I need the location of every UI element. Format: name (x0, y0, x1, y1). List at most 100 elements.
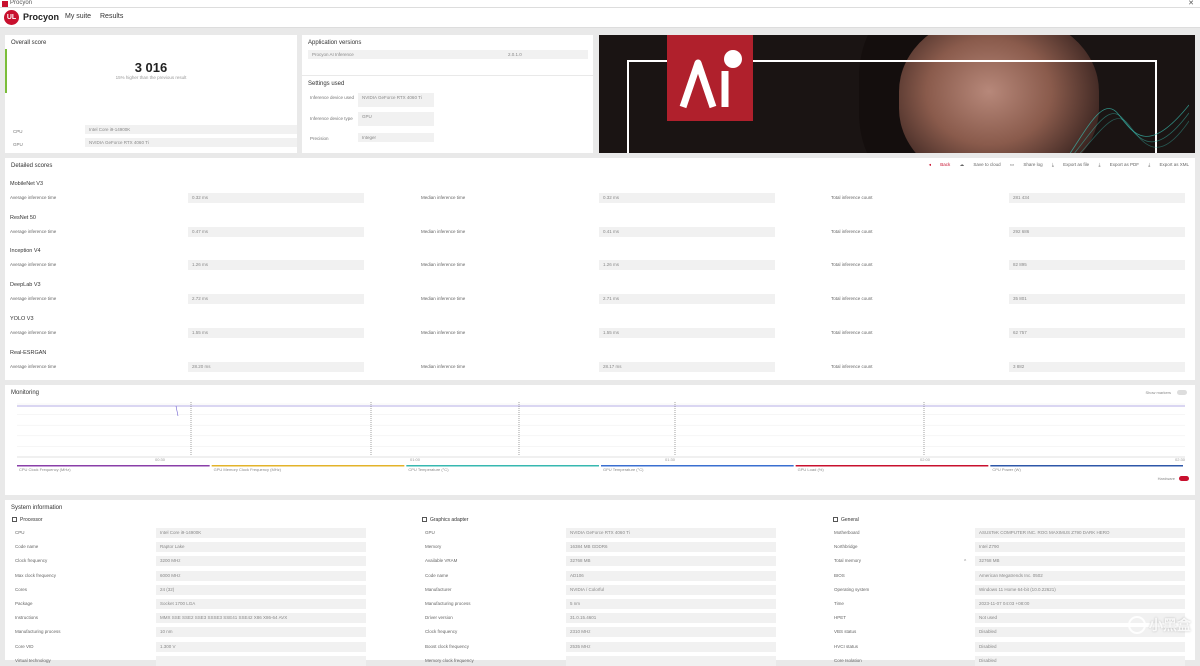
share-log-button[interactable]: ▭ Share log (1010, 162, 1043, 167)
graphics-row-label: Code name (425, 572, 449, 578)
avg-label: Average inference time (10, 195, 57, 200)
total-label: Total inference count (831, 329, 873, 335)
general-row-label: HPET (834, 615, 847, 621)
window-title: Procyon (10, 0, 33, 6)
hero-waves (1069, 104, 1189, 153)
processor-row-value: Socket 1700 LGA (156, 599, 366, 609)
ai-logo-icon (667, 35, 753, 121)
total-value: 3 882 (1009, 361, 1185, 372)
export-pdf-button[interactable]: ⤓ Export as PDF (1098, 162, 1139, 167)
legend-label: CPU Power (W) (992, 467, 1021, 472)
hardware-toggle-label: Hardware (1157, 476, 1175, 481)
avg-value: 1.55 ms (188, 327, 364, 338)
detailed-scores-card: Detailed scores ◂ Back ☁ Save to cloud ▭… (5, 158, 1195, 380)
graphics-row-value: 5 nm (566, 599, 776, 609)
processor-row-value (156, 655, 366, 666)
processor-row-label: Code name (15, 544, 39, 550)
general-row-label: Motherboard (834, 530, 860, 535)
median-label: Median inference time (421, 195, 466, 200)
legend-label: GPU Load (%) (798, 467, 825, 472)
results-toolbar: ◂ Back ☁ Save to cloud ▭ Share log ⤓ Exp… (921, 162, 1189, 168)
total-label: Total inference count (831, 296, 873, 302)
ul-logo: UL (4, 10, 19, 25)
avg-label: Average inference time (10, 296, 57, 302)
hardware-toggle[interactable] (1179, 476, 1189, 481)
median-value: 0.32 ms (599, 193, 775, 203)
general-row-value: 2023-11-07 04:03 +08:00 (975, 599, 1185, 609)
legend-label: CPU Clock Frequency (MHz) (19, 467, 71, 472)
median-label: Median inference time (421, 329, 466, 335)
device-type-value: GPU (358, 112, 434, 126)
export-file-button[interactable]: ⤓ Export as file (1052, 162, 1089, 167)
inference-device-value: NVIDIA GeForce RTX 4060 Ti (358, 93, 434, 107)
graphics-row-value: 31.0.15.4601 (566, 613, 776, 624)
x-tick-label: 01:30 (665, 457, 676, 462)
test-name: DeepLab V3 (10, 282, 41, 289)
overall-score-value: 3 016 (134, 60, 168, 75)
app-version-row: Procyon AI Inference 2.0.1.0 (308, 50, 588, 59)
test-name: MobileNet V3 (10, 181, 44, 187)
avg-value: 1.26 ms (188, 260, 364, 271)
app-version: 2.0.1.0 (508, 52, 522, 57)
avg-label: Average inference time (10, 262, 57, 268)
median-value: 1.26 ms (599, 260, 775, 271)
general-row-value: American Megatrends Inc. 0502 (975, 570, 1185, 581)
application-versions-card: Application versions Procyon AI Inferenc… (302, 35, 593, 75)
precision-value: Integer (358, 133, 434, 142)
avg-label: Average inference time (10, 329, 57, 335)
graphics-row-label: Available VRAM (425, 558, 458, 564)
legend-swatch (795, 465, 989, 467)
nav-my-suite[interactable]: My suite (65, 13, 91, 20)
graphics-row-label: GPU (425, 530, 435, 535)
processor-row-label: Package (15, 601, 33, 606)
overall-score-card: Overall score 3 016 15% higher than the … (5, 35, 297, 153)
system-information-card: System information Processor Graphics ad… (5, 500, 1195, 666)
total-value: 82 895 (1009, 260, 1185, 271)
system-information-title: System information (11, 505, 63, 511)
detailed-scores-title: Detailed scores (11, 163, 53, 169)
processor-row-value: 6000 MHz (156, 570, 366, 581)
total-value: 62 757 (1009, 327, 1185, 338)
save-to-cloud-button[interactable]: ☁ Save to cloud (960, 162, 1001, 167)
total-label: Total inference count (831, 228, 873, 234)
general-row-value: 32768 MB (975, 556, 1185, 567)
general-row-label: VBS status (834, 629, 857, 635)
processor-row-value: 1.300 V (156, 641, 366, 652)
expand-chevron-icon[interactable]: ⌃ (963, 559, 967, 565)
avg-value: 0.47 ms (188, 226, 364, 237)
back-button[interactable]: ◂ Back (929, 162, 951, 167)
x-tick-label: 01:00 (410, 457, 421, 462)
total-label: Total inference count (831, 195, 873, 200)
processor-row-value: Raptor Lake (156, 542, 366, 553)
processor-row-label: CPU (15, 530, 25, 535)
test-name: Inception V4 (10, 248, 41, 255)
general-row-value: Intel Z790 (975, 542, 1185, 553)
settings-used-card: Settings used Inference device used NVID… (302, 76, 593, 153)
monitoring-card: Monitoring Show markers CPU Clock Freque… (5, 385, 1195, 495)
processor-row-label: Virtual technology (15, 657, 51, 663)
total-value: 292 686 (1009, 226, 1185, 237)
graphics-row-value (566, 655, 776, 666)
median-label: Median inference time (421, 228, 466, 234)
test-name: ResNet 50 (10, 214, 36, 221)
graphics-section-title: Graphics adapter (422, 517, 468, 523)
general-row-label: BIOS (834, 572, 845, 578)
median-value: 28.17 ms (599, 361, 775, 372)
general-row-value: ASUSTeK COMPUTER INC. ROG MAXIMUS Z790 D… (975, 528, 1185, 538)
legend-label: CPU Temperature (°C) (408, 467, 449, 472)
graphics-row-label: Driver version (425, 615, 453, 621)
general-row-label: Total memory (834, 558, 862, 564)
hero-banner-image (599, 35, 1195, 153)
processor-row-value: 24 (32) (156, 584, 366, 595)
general-section-title: General (833, 517, 859, 523)
graphics-row-label: Memory clock frequency (425, 657, 474, 663)
watermark: 小黑盒 (1128, 615, 1191, 635)
overall-score-title: Overall score (11, 40, 47, 46)
nav-results[interactable]: Results (100, 13, 123, 20)
processor-section-title: Processor (12, 517, 43, 523)
export-xml-button[interactable]: ⤓ Export as XML (1148, 162, 1189, 167)
graphics-row-value: AD106 (566, 570, 776, 581)
close-icon[interactable]: ✕ (1188, 0, 1194, 7)
general-icon (833, 517, 838, 522)
application-versions-title: Application versions (308, 40, 362, 46)
